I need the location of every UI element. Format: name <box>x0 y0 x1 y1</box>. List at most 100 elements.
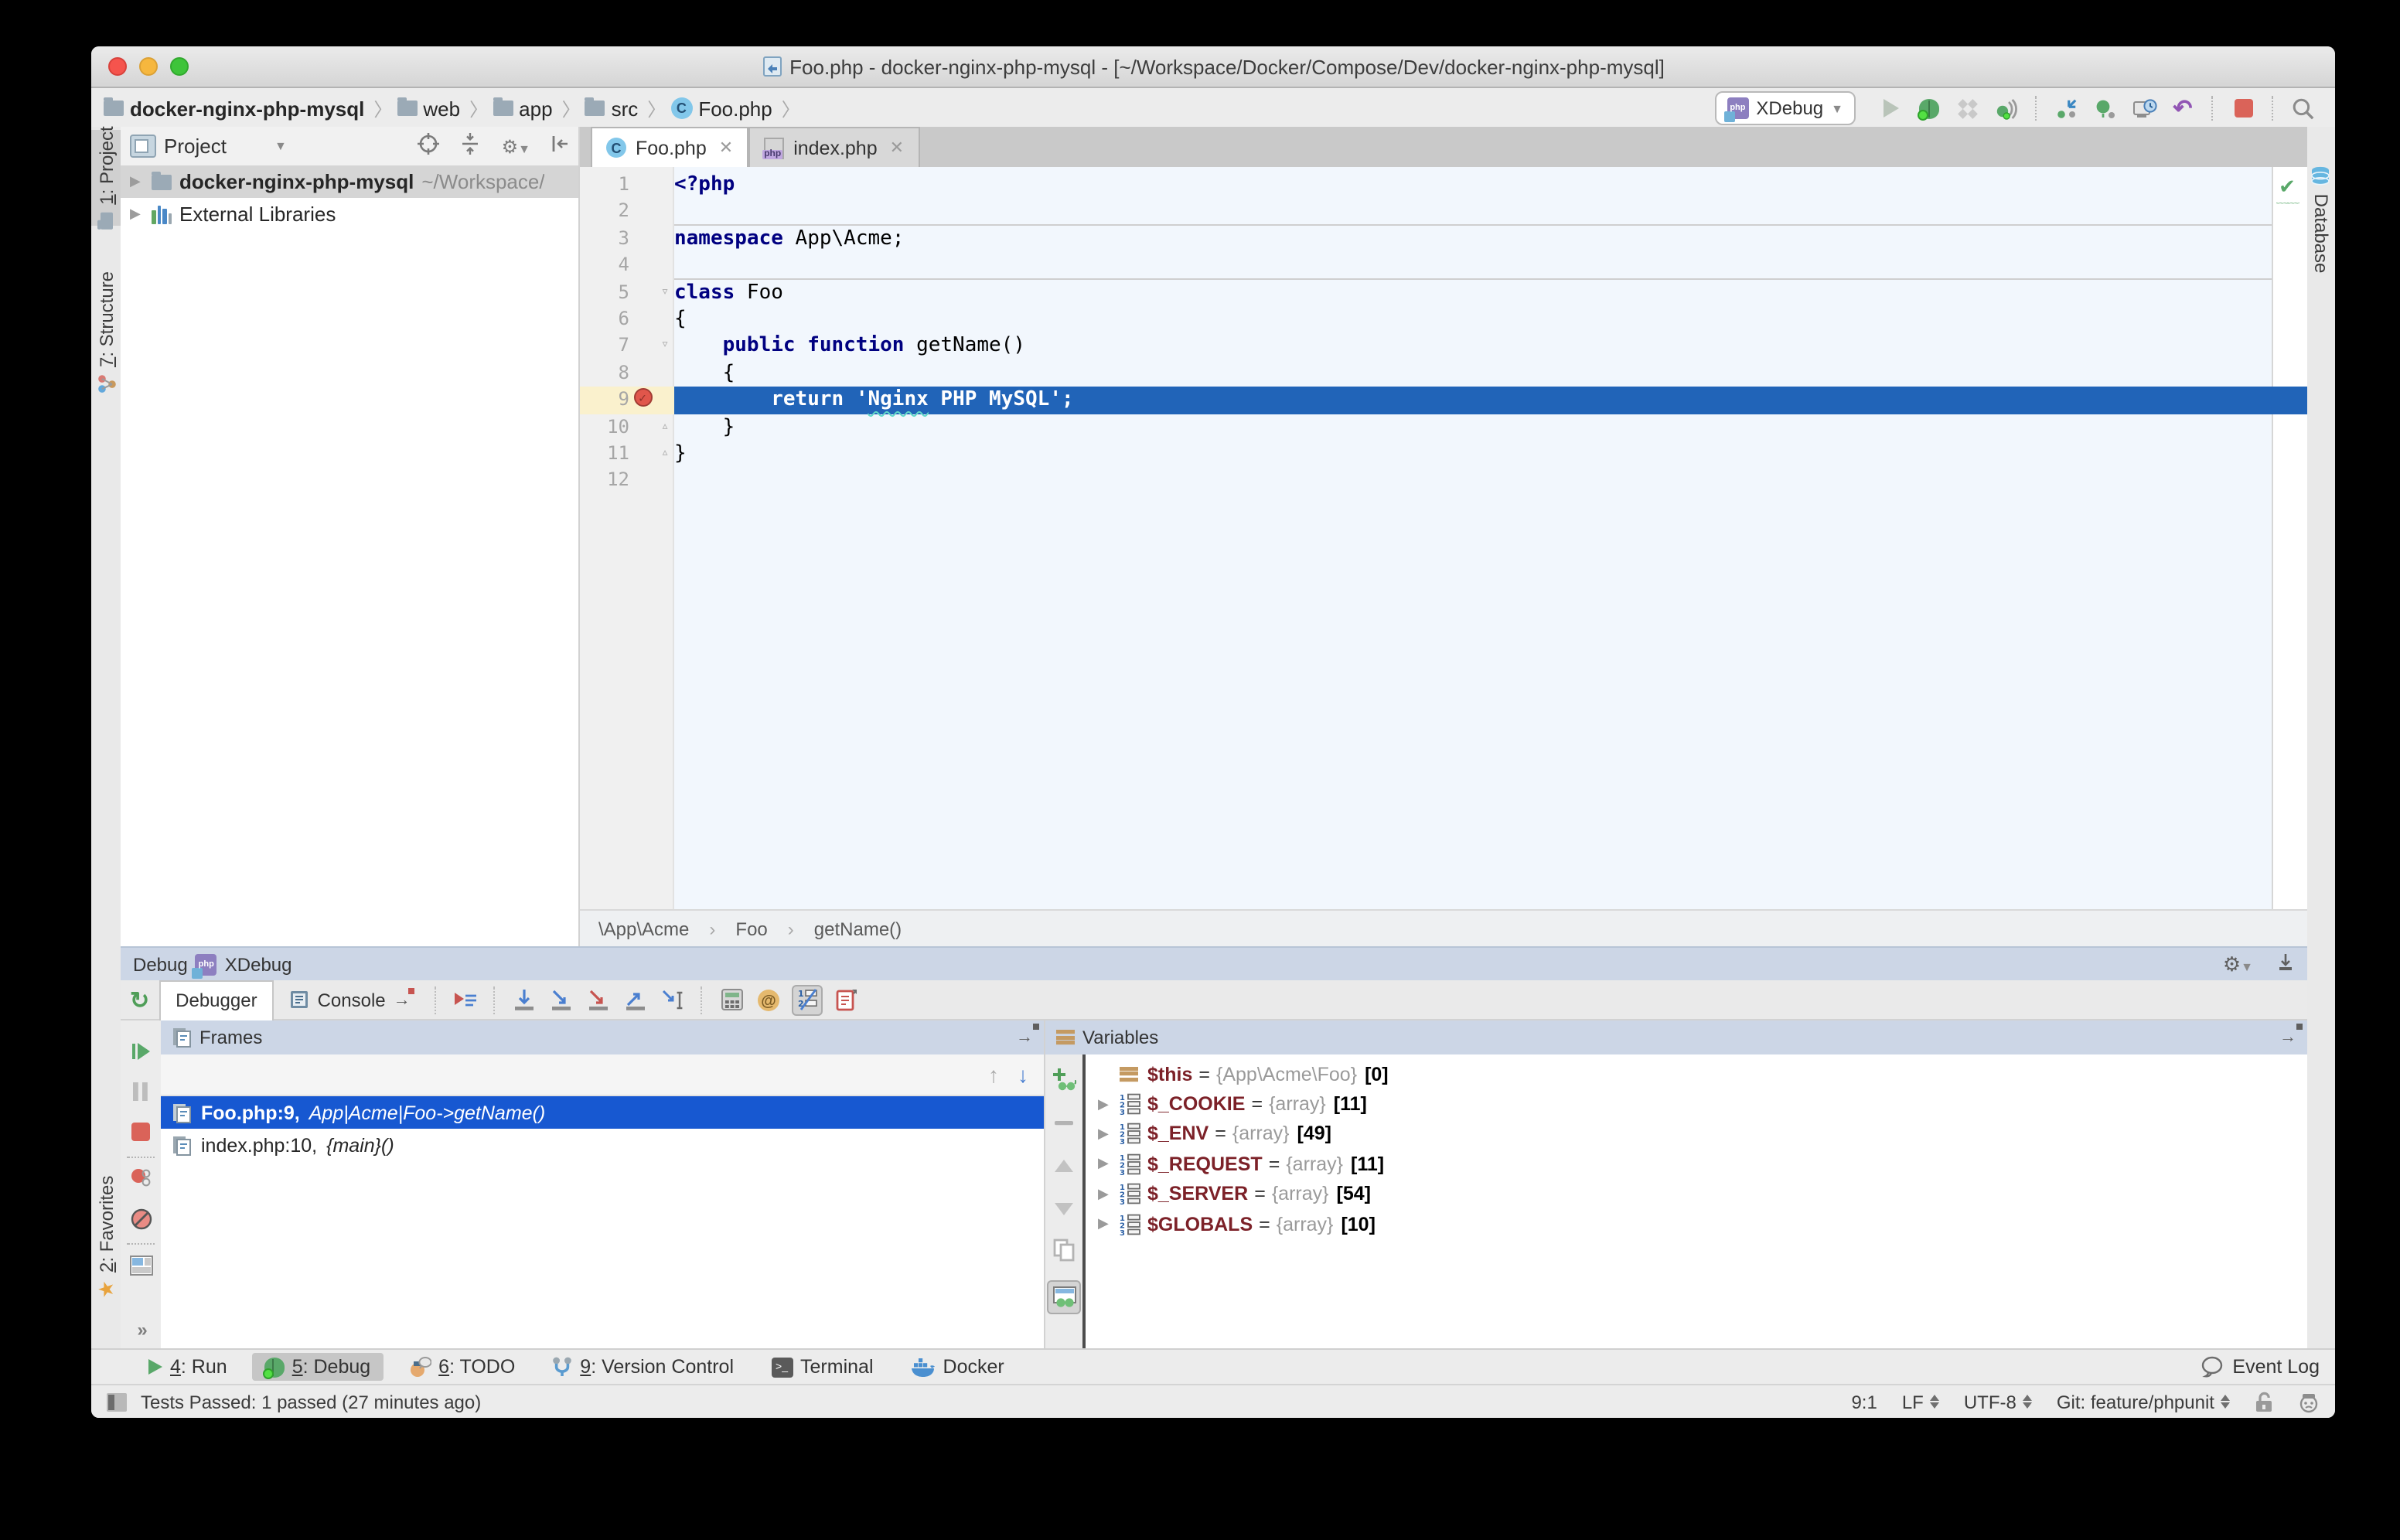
line-number[interactable]: 12 <box>580 468 629 495</box>
line-number[interactable]: 11 <box>580 441 629 468</box>
stop-button[interactable] <box>2230 95 2256 121</box>
breakpoint-icon[interactable]: ✓ <box>633 388 652 407</box>
minimize-window-button[interactable] <box>139 57 158 76</box>
gear-icon[interactable]: ⚙▼ <box>502 135 530 157</box>
hide-panel-icon[interactable]: → <box>2279 1028 2296 1047</box>
toolwindow-button-project[interactable]: 1: Project <box>95 126 117 229</box>
inline-values-button[interactable]: @ <box>755 986 783 1014</box>
breadcrumb-web[interactable]: web <box>397 97 460 120</box>
project-tree-root-row[interactable]: ▶ docker-nginx-php-mysql ~/Workspace/ <box>121 165 578 198</box>
frame-row-main[interactable]: index.php:10, {main}() <box>161 1129 1044 1161</box>
frame-row-current[interactable]: Foo.php:9, App|Acme|Foo->getName() <box>161 1096 1044 1129</box>
line-number[interactable]: 4 <box>580 252 629 279</box>
vcs-commit-button[interactable] <box>2092 95 2119 121</box>
line-number[interactable]: 6 <box>580 306 629 333</box>
fold-marker-icon[interactable]: ▿ <box>656 333 674 360</box>
code-editor[interactable]: 1<?php23namespace App\Acme;45▿class Foo6… <box>580 167 2307 909</box>
expand-arrow-icon[interactable]: ▶ <box>1098 1095 1120 1112</box>
variable-row-_ENV[interactable]: ▶123$_ENV={array}[49] <box>1086 1119 2307 1150</box>
code-line-1[interactable]: 1<?php <box>580 172 2307 199</box>
new-watch-button[interactable] <box>1052 1067 1076 1092</box>
variable-row-this[interactable]: $this={App\Acme\Foo}[0] <box>1086 1059 2307 1089</box>
show-watches-toggle[interactable] <box>1047 1280 1081 1314</box>
hide-toolwindow-icon[interactable] <box>2276 952 2295 976</box>
line-number[interactable]: 8 <box>580 359 629 387</box>
rollback-button[interactable]: ↶ <box>2170 95 2196 121</box>
toolwindow-button-docker[interactable]: Docker <box>898 1353 1017 1381</box>
breadcrumb-namespace[interactable]: \App\Acme <box>598 918 689 939</box>
view-breakpoints-button[interactable] <box>128 1166 153 1191</box>
gear-icon[interactable]: ⚙▼ <box>2223 952 2253 976</box>
line-number[interactable]: 3 <box>580 226 629 253</box>
breadcrumb-class[interactable]: Foo <box>735 918 767 939</box>
variable-row-_REQUEST[interactable]: ▶123$_REQUEST={array}[11] <box>1086 1149 2307 1179</box>
close-window-button[interactable] <box>108 57 127 76</box>
toolwindow-button-database[interactable]: Database <box>2310 166 2332 274</box>
tab-debugger[interactable]: Debugger <box>159 980 274 1020</box>
move-watch-up-button[interactable] <box>1052 1153 1076 1178</box>
collapse-all-icon[interactable] <box>460 133 482 159</box>
code-line-7[interactable]: 7▿ public function getName() <box>580 333 2307 360</box>
toolwindow-button-structure[interactable]: 7: Structure <box>95 271 117 394</box>
git-branch-select[interactable]: Git: feature/phpunit <box>2057 1391 2230 1412</box>
line-ending-select[interactable]: LF <box>1902 1391 1939 1412</box>
expand-arrow-icon[interactable]: ▶ <box>130 206 144 223</box>
code-line-5[interactable]: 5▿class Foo <box>580 279 2307 306</box>
line-number[interactable]: 10 <box>580 414 629 441</box>
code-line-8[interactable]: 8 { <box>580 359 2307 387</box>
code-line-11[interactable]: 11▵} <box>580 441 2307 468</box>
code-line-4[interactable]: 4 <box>580 252 2307 279</box>
zoom-window-button[interactable] <box>170 57 189 76</box>
line-number[interactable]: 5 <box>580 279 629 306</box>
run-configuration-select[interactable]: php XDebug ▼ <box>1714 91 1856 125</box>
fold-marker-icon[interactable]: ▵ <box>656 441 674 468</box>
debug-button[interactable] <box>1916 95 1942 121</box>
more-options-icon[interactable]: » <box>128 1317 153 1342</box>
mute-renderers-button[interactable]: 12 <box>793 984 823 1015</box>
breadcrumb-root[interactable]: docker-nginx-php-mysql <box>104 97 364 120</box>
tab-foo-php[interactable]: C Foo.php ✕ <box>591 127 748 167</box>
mute-breakpoints-button[interactable] <box>128 1206 153 1231</box>
resume-button[interactable] <box>128 1039 153 1064</box>
line-number[interactable]: 9 <box>580 387 629 414</box>
previous-frame-icon[interactable]: ↑ <box>988 1062 999 1087</box>
code-line-10[interactable]: 10▵ } <box>580 414 2307 441</box>
breadcrumb-method[interactable]: getName() <box>814 918 902 939</box>
vcs-update-button[interactable] <box>2054 95 2080 121</box>
toolwindow-toggle-icon[interactable] <box>107 1392 127 1411</box>
step-out-button[interactable] <box>622 986 650 1014</box>
code-line-2[interactable]: 2 <box>580 199 2307 226</box>
line-number[interactable]: 7 <box>580 333 629 360</box>
toolwindow-button-todo[interactable]: 6: TODO <box>395 1353 527 1381</box>
chevron-down-icon[interactable]: ▼ <box>274 139 287 153</box>
evaluate-expression-button[interactable] <box>718 986 746 1014</box>
encoding-select[interactable]: UTF-8 <box>1964 1391 2032 1412</box>
expand-arrow-icon[interactable]: ▶ <box>1098 1215 1120 1232</box>
tab-console[interactable]: Console → <box>274 980 426 1019</box>
expand-arrow-icon[interactable]: ▶ <box>130 173 144 190</box>
fold-marker-icon[interactable]: ▵ <box>656 414 674 441</box>
layout-settings-button[interactable] <box>128 1252 153 1277</box>
event-log-button[interactable]: Event Log <box>2200 1356 2320 1378</box>
hide-panel-icon[interactable]: → <box>1016 1028 1033 1047</box>
toolwindow-button-debug[interactable]: 5: Debug <box>252 1353 383 1381</box>
step-into-button[interactable] <box>548 986 576 1014</box>
stop-debug-button[interactable] <box>128 1119 153 1144</box>
remove-watch-button[interactable] <box>1052 1110 1076 1135</box>
show-execution-point-button[interactable] <box>452 986 480 1014</box>
code-line-9[interactable]: 9✓ return 'Nginx PHP MySQL'; <box>580 387 2307 414</box>
expand-arrow-icon[interactable]: ▶ <box>1098 1126 1120 1143</box>
local-history-button[interactable] <box>2131 95 2157 121</box>
code-line-6[interactable]: 6{ <box>580 306 2307 333</box>
rerun-icon[interactable]: ↻ <box>130 986 149 1014</box>
run-with-coverage-button[interactable] <box>1955 95 1981 121</box>
expand-arrow-icon[interactable]: ▶ <box>1098 1156 1120 1173</box>
variable-row-_SERVER[interactable]: ▶123$_SERVER={array}[54] <box>1086 1179 2307 1209</box>
close-icon[interactable]: ✕ <box>890 138 904 158</box>
step-over-button[interactable] <box>511 986 539 1014</box>
toolwindow-button-run[interactable]: 4: Run <box>136 1353 240 1381</box>
code-line-3[interactable]: 3namespace App\Acme; <box>580 226 2307 253</box>
line-number[interactable]: 2 <box>580 199 629 226</box>
run-to-cursor-button[interactable] <box>660 986 687 1014</box>
expand-arrow-icon[interactable]: ▶ <box>1098 1186 1120 1203</box>
